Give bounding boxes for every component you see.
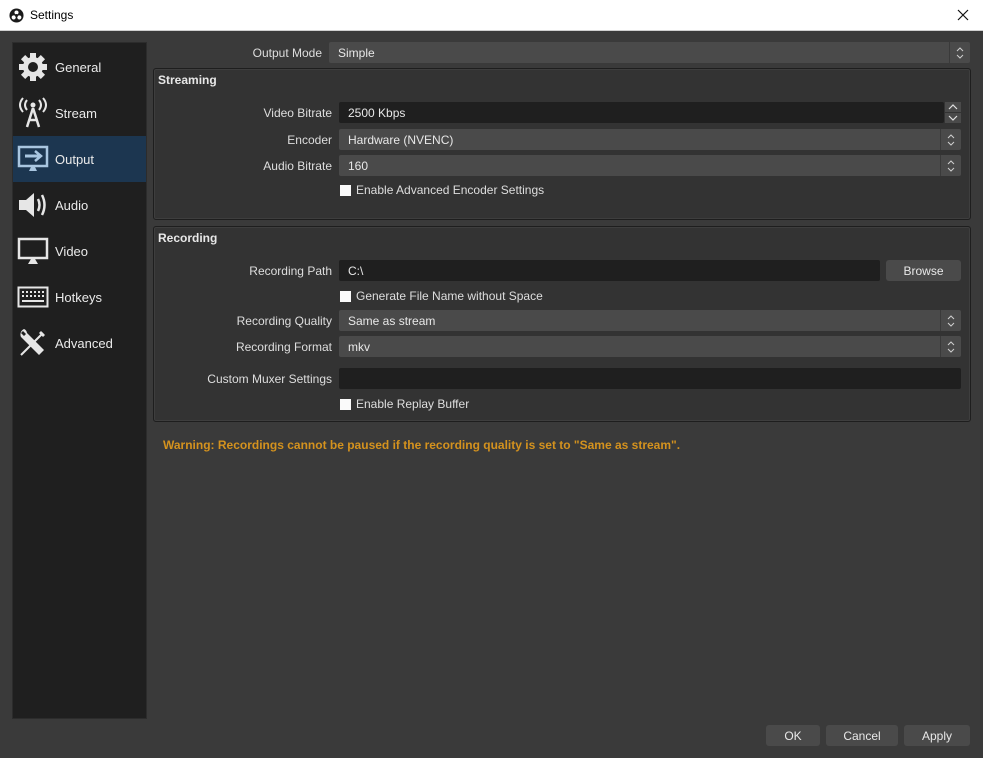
audio-bitrate-select[interactable]: 160: [339, 155, 961, 176]
sidebar-item-advanced[interactable]: Advanced: [13, 320, 146, 366]
obs-logo-icon: [9, 8, 24, 23]
monitor-icon: [16, 234, 50, 268]
chevron-up-icon: [948, 104, 958, 110]
streaming-title: Streaming: [158, 73, 217, 87]
updown-arrows-icon: [940, 310, 961, 331]
checkbox-box: [340, 290, 351, 302]
advanced-encoder-checkbox[interactable]: Enable Advanced Encoder Settings: [340, 183, 544, 197]
updown-arrows-icon: [940, 155, 961, 176]
gear-icon: [16, 50, 50, 84]
sidebar-item-audio[interactable]: Audio: [13, 182, 146, 228]
sidebar-item-general[interactable]: General: [13, 44, 146, 90]
output-mode-value: Simple: [338, 46, 375, 60]
checkbox-box: [340, 398, 351, 410]
broadcast-tower-icon: [16, 96, 50, 130]
encoder-label: Encoder: [287, 133, 332, 147]
sidebar-item-hotkeys[interactable]: Hotkeys: [13, 274, 146, 320]
sidebar-item-label: Video: [55, 243, 89, 259]
title-bar: Settings: [0, 0, 983, 31]
replay-buffer-label: Enable Replay Buffer: [356, 397, 470, 411]
ok-button[interactable]: OK: [766, 725, 820, 746]
apply-button[interactable]: Apply: [904, 725, 970, 746]
updown-arrows-icon: [940, 336, 961, 357]
recording-quality-select[interactable]: Same as stream: [339, 310, 961, 331]
recording-format-label: Recording Format: [235, 340, 332, 354]
advanced-encoder-label: Enable Advanced Encoder Settings: [356, 183, 545, 197]
warning-message: Warning: Recordings cannot be paused if …: [163, 438, 681, 452]
sidebar-item-video[interactable]: Video: [13, 228, 146, 274]
video-bitrate-spin-up[interactable]: [945, 102, 961, 112]
window-title: Settings: [30, 8, 74, 22]
sidebar-item-label: General: [55, 59, 102, 75]
recording-path-label: Recording Path: [249, 264, 332, 278]
video-bitrate-input[interactable]: 2500 Kbps: [339, 102, 944, 123]
chevron-down-icon: [948, 115, 958, 121]
video-bitrate-label: Video Bitrate: [263, 106, 333, 120]
sidebar-item-label: Audio: [55, 197, 89, 213]
encoder-value: Hardware (NVENC): [348, 133, 454, 147]
close-button[interactable]: [949, 3, 977, 27]
no-space-filename-label: Generate File Name without Space: [356, 289, 543, 303]
output-mode-label: Output Mode: [252, 46, 322, 60]
sidebar-item-label: Hotkeys: [55, 289, 102, 305]
encoder-select[interactable]: Hardware (NVENC): [339, 129, 961, 150]
output-mode-select[interactable]: Simple: [329, 42, 970, 63]
close-icon: [957, 9, 969, 21]
sidebar-item-output[interactable]: Output: [13, 136, 146, 182]
audio-bitrate-label: Audio Bitrate: [263, 159, 332, 173]
audio-bitrate-value: 160: [348, 159, 369, 173]
custom-muxer-label: Custom Muxer Settings: [207, 372, 332, 386]
cancel-button[interactable]: Cancel: [826, 725, 898, 746]
recording-path-value: C:\: [348, 264, 364, 278]
no-space-filename-checkbox[interactable]: Generate File Name without Space: [340, 289, 543, 303]
updown-arrows-icon: [949, 42, 970, 63]
updown-arrows-icon: [940, 129, 961, 150]
recording-title: Recording: [158, 231, 218, 245]
speaker-icon: [16, 188, 50, 222]
browse-button[interactable]: Browse: [886, 260, 961, 281]
recording-format-select[interactable]: mkv: [339, 336, 961, 357]
tools-icon: [16, 326, 50, 360]
keyboard-icon: [16, 280, 50, 314]
monitor-output-icon: [16, 142, 50, 176]
sidebar-item-label: Output: [55, 151, 95, 167]
recording-format-value: mkv: [348, 340, 370, 354]
video-bitrate-spin-down[interactable]: [945, 113, 961, 123]
settings-sidebar: General Stream Output Audio Video Hotkey…: [12, 42, 147, 719]
recording-path-input[interactable]: C:\: [339, 260, 880, 281]
custom-muxer-input[interactable]: [339, 368, 961, 389]
replay-buffer-checkbox[interactable]: Enable Replay Buffer: [340, 397, 469, 411]
checkbox-box: [340, 184, 351, 196]
sidebar-item-label: Stream: [55, 105, 97, 121]
recording-quality-value: Same as stream: [348, 314, 436, 328]
sidebar-item-label: Advanced: [55, 335, 113, 351]
video-bitrate-value: 2500 Kbps: [348, 106, 406, 120]
recording-quality-label: Recording Quality: [236, 314, 332, 328]
sidebar-item-stream[interactable]: Stream: [13, 90, 146, 136]
